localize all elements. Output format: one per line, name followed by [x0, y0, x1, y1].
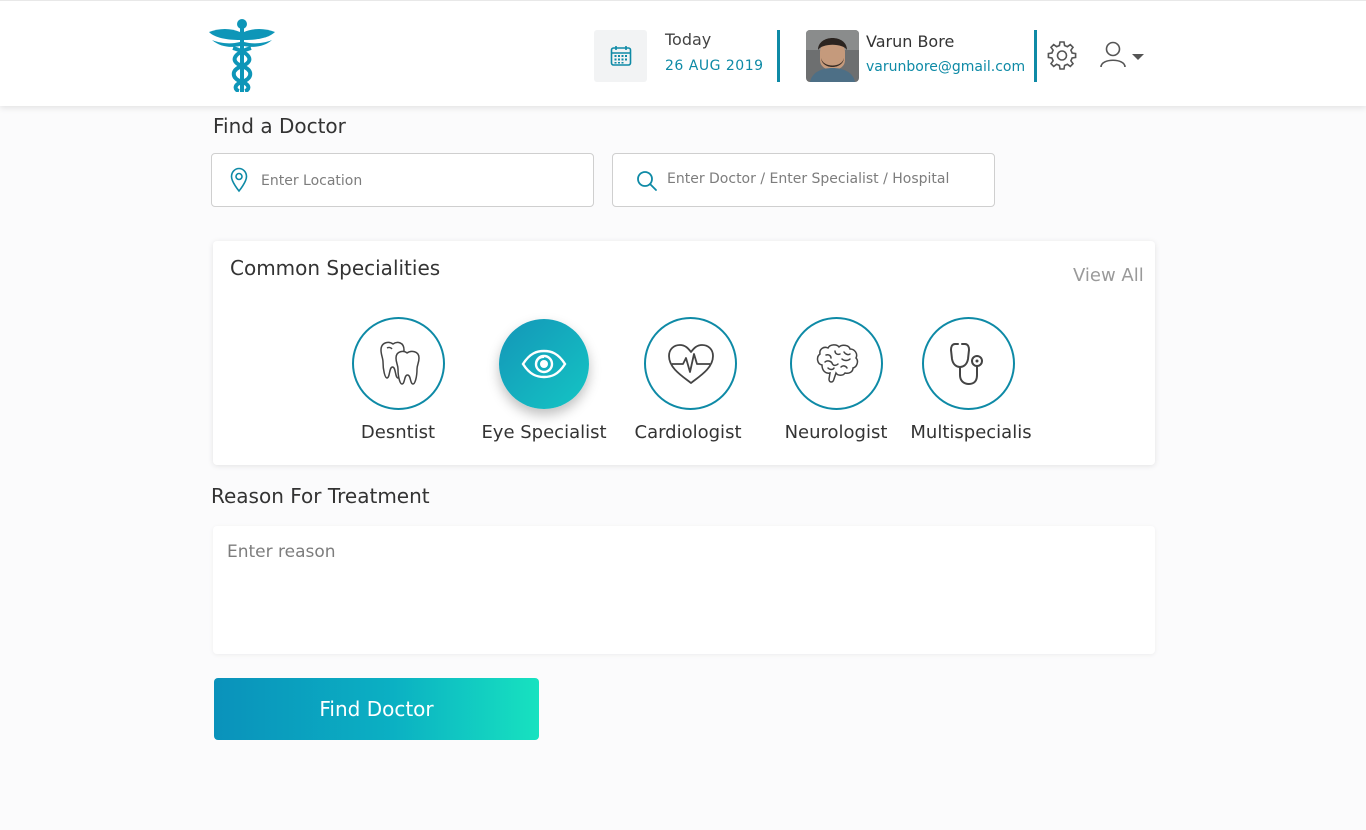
user-icon: [1100, 41, 1144, 68]
reason-textarea[interactable]: [227, 542, 1137, 642]
stethoscope-icon: [949, 342, 983, 385]
avatar[interactable]: [806, 30, 859, 82]
top-header: Today 26 AUG 2019 Varun Bore varunbore@g…: [0, 0, 1366, 106]
doctor-search-field[interactable]: [612, 153, 995, 207]
doctor-search-input[interactable]: [667, 168, 985, 190]
find-doctor-title: Find a Doctor: [213, 114, 346, 138]
specialities-title: Common Specialities: [230, 256, 441, 280]
reason-title: Reason For Treatment: [211, 484, 430, 508]
search-icon: [637, 171, 657, 191]
user-photo: [806, 30, 859, 82]
speciality-multispecialist[interactable]: [922, 317, 1015, 410]
speciality-label: Desntist: [360, 422, 436, 443]
brain-icon: [816, 343, 858, 383]
calendar-icon: [610, 46, 631, 66]
speciality-label: Neurologist: [784, 422, 888, 443]
caduceus-logo-icon[interactable]: [207, 18, 277, 92]
current-date: 26 AUG 2019: [665, 58, 764, 74]
user-email: varunbore@gmail.com: [866, 59, 1026, 75]
speciality-cardiologist[interactable]: [644, 317, 737, 410]
header-divider: [1034, 30, 1037, 82]
speciality-label: Cardiologist: [634, 422, 742, 443]
heart-pulse-icon: [667, 343, 714, 384]
calendar-button[interactable]: [594, 30, 647, 82]
location-pin-icon: [230, 167, 248, 193]
speciality-dentist[interactable]: [352, 317, 445, 410]
speciality-label: Eye Specialist: [481, 422, 607, 443]
caret-down-icon: [1132, 54, 1144, 60]
gear-icon[interactable]: [1046, 39, 1078, 71]
speciality-eye-specialist[interactable]: [499, 319, 589, 409]
date-label: Today: [665, 30, 712, 49]
reason-field[interactable]: [213, 526, 1155, 654]
profile-menu-button[interactable]: [1098, 39, 1150, 71]
speciality-label: Multispecialis: [910, 422, 1032, 443]
find-doctor-button[interactable]: Find Doctor: [214, 678, 539, 740]
location-field[interactable]: [211, 153, 594, 207]
speciality-neurologist[interactable]: [790, 317, 883, 410]
user-name: Varun Bore: [866, 32, 955, 51]
tooth-icon: [379, 341, 420, 385]
header-divider: [777, 30, 780, 82]
eye-icon: [521, 349, 567, 379]
location-input[interactable]: [261, 170, 581, 192]
view-all-link[interactable]: View All: [1073, 265, 1144, 286]
